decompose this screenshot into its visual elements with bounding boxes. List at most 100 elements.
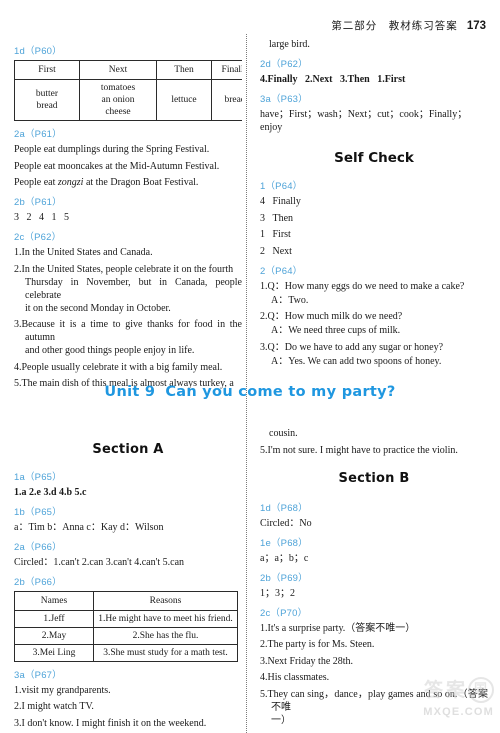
table-cell-first-items: butter bread bbox=[14, 79, 80, 121]
table-cell-reason-2: 2.She has the flu. bbox=[93, 626, 238, 645]
table-cell-then-items: lettuce bbox=[156, 79, 212, 121]
sc1-num-3: 1 bbox=[260, 229, 265, 240]
table-row: 3.Mei Ling 3.She must study for a math t… bbox=[14, 643, 238, 662]
exercise-label-1d-p68: 1d（P68） bbox=[260, 502, 308, 514]
answer-1e-p68: a；a；b；c bbox=[260, 552, 309, 564]
answer-2d-sequence: 4.Finally 2.Next 3.Then 1.First bbox=[260, 73, 488, 86]
sc1-word-2: Then bbox=[272, 212, 294, 224]
sc1-word-4: Next bbox=[272, 245, 292, 257]
self-check-2-a2: A：We need three cups of milk. bbox=[271, 325, 401, 336]
self-check-1-row-2: 3 Then bbox=[260, 212, 488, 225]
answer-2a-s3-post: at the Dragon Boat Festival. bbox=[83, 177, 199, 188]
answer-3a-item-1: 1.visit my grandparents. bbox=[14, 684, 111, 696]
exercise-label-3a-p67: 3a（P67） bbox=[14, 669, 62, 681]
sc1-word-3: First bbox=[272, 229, 291, 240]
exercise-label-2d-p62: 2d（P62） bbox=[260, 59, 308, 70]
self-check-2-q1: 1.Q：How many eggs do we need to make a c… bbox=[260, 280, 465, 292]
answer-2a-section-a: Circled：1.can't 2.can 3.can't 4.can't 5.… bbox=[14, 556, 185, 568]
exercise-label-1-p64: 1（P64） bbox=[260, 181, 303, 192]
answer-2a-s3-italic: zongzi bbox=[57, 177, 84, 188]
continued-answer-cousin: cousin. bbox=[269, 428, 298, 439]
sc1-num-2: 3 bbox=[260, 212, 265, 224]
exercise-label-1d-p60: 1d（P60） bbox=[14, 46, 62, 57]
sc1-num-4: 2 bbox=[260, 245, 265, 257]
sc1-num-1: 4 bbox=[260, 196, 265, 207]
table-header-names: Names bbox=[14, 590, 94, 611]
table-row: First Next Then Finally bbox=[14, 60, 242, 80]
sc1-word-1: Finally bbox=[272, 196, 301, 207]
answer-2c-item-2-cont-2: it on the second Monday in October. bbox=[25, 302, 171, 314]
answer-2d-part-2: 2.Next bbox=[305, 74, 333, 85]
answer-2b-sequence: 3 2 4 1 5 bbox=[14, 212, 72, 223]
table-cell-next-items: tomatoes an onion cheese bbox=[79, 79, 157, 121]
unit-title: Unit 9 Can you come to my party? bbox=[0, 384, 500, 400]
two-column-body: 1d（P60） First Next Then Finally butter b… bbox=[0, 34, 500, 733]
answer-2b-p69: 1；3；2 bbox=[260, 587, 295, 599]
table-cell-name-2: 2.May bbox=[14, 626, 94, 645]
cell-line: butter bbox=[35, 89, 59, 99]
table-cell-name-3: 3.Mei Ling bbox=[14, 643, 94, 662]
answer-2a-sentence-2: People eat mooncakes at the Mid-Autumn F… bbox=[14, 160, 220, 172]
self-check-1-row-3: 1 First bbox=[260, 228, 488, 241]
answer-2c-item-2: 2.In the United States, people celebrate… bbox=[14, 263, 234, 275]
answer-2d-part-4: 1.First bbox=[377, 74, 406, 85]
self-check-1-row-4: 2 Next bbox=[260, 245, 488, 258]
table-1d-sandwich-order: First Next Then Finally butter bread tom… bbox=[14, 60, 242, 121]
continued-answer-large-bird: large bird. bbox=[269, 39, 310, 50]
cell-line: an onion bbox=[101, 95, 135, 105]
textbook-answer-page: 第二部分 教材练习答案 173 1d（P60） First Next Then … bbox=[0, 0, 500, 733]
table-cell-reason-1: 1.He might have to meet his friend. bbox=[93, 609, 238, 628]
self-check-2-q2: 2.Q：How much milk do we need? bbox=[260, 311, 403, 322]
answer-2a-sentence-3: People eat zongzi at the Dragon Boat Fes… bbox=[14, 176, 242, 189]
answer-2c-p70-item-3: 3.Next Friday the 28th. bbox=[260, 655, 354, 667]
exercise-label-2c-p70: 2c（P70） bbox=[260, 607, 308, 619]
page-running-header: 第二部分 教材练习答案 173 bbox=[331, 18, 486, 33]
answer-2c-p70-item-4: 4.His classmates. bbox=[260, 672, 330, 683]
section-b-heading: Section B bbox=[338, 470, 410, 486]
cell-line: cheese bbox=[105, 107, 131, 117]
answer-2c-p70-item-5: 5.They can sing，dance，play games and so … bbox=[260, 688, 488, 713]
self-check-1-row-1: 4 Finally bbox=[260, 195, 488, 208]
table-cell-finally-items: bread bbox=[211, 79, 242, 121]
answer-2c-item-3-cont: and other good things people enjoy in li… bbox=[25, 345, 195, 356]
self-check-2-a3: A：Yes. We can add two spoons of honey. bbox=[271, 355, 442, 367]
answer-2c-item-2-cont-1: Thursday in November, but in Canada, peo… bbox=[25, 276, 242, 301]
exercise-label-2-p64: 2（P64） bbox=[260, 265, 303, 277]
exercise-label-1b-p65: 1b（P65） bbox=[14, 506, 62, 518]
answer-2a-s3-pre: People eat bbox=[14, 177, 58, 188]
answer-3a-item-2: 2.I might watch TV. bbox=[14, 701, 94, 712]
answer-2a-sentence-1: People eat dumplings during the Spring F… bbox=[14, 144, 210, 155]
table-row: Names Reasons bbox=[14, 590, 238, 611]
table-2b-names-reasons: Names Reasons 1.Jeff 1.He might have to … bbox=[14, 590, 238, 662]
self-check-heading: Self Check bbox=[334, 150, 414, 166]
unit-title-band: Unit 9 Can you come to my party? bbox=[0, 370, 500, 414]
cell-line: tomatoes bbox=[100, 83, 136, 93]
table-row: 1.Jeff 1.He might have to meet his frien… bbox=[14, 609, 238, 628]
table-header-then: Then bbox=[156, 60, 212, 80]
table-header-finally: Finally bbox=[211, 60, 242, 80]
exercise-label-2b-p61: 2b（P61） bbox=[14, 197, 62, 208]
table-row: 2.May 2.She has the flu. bbox=[14, 626, 238, 645]
table-cell-reason-3: 3.She must study for a math test. bbox=[93, 643, 238, 662]
section-a-heading: Section A bbox=[92, 441, 164, 457]
self-check-2-a1: A：Two. bbox=[271, 294, 309, 306]
answer-2d-part-3: 3.Then bbox=[340, 74, 370, 85]
answer-1a: 1.a 2.e 3.d 4.b 5.c bbox=[14, 486, 87, 498]
answer-1d-p68: Circled：No bbox=[260, 517, 312, 529]
unit-number: Unit 9 bbox=[104, 384, 156, 400]
cell-line: bread bbox=[36, 101, 58, 111]
answer-3a-item-5: 5.I'm not sure. I might have to practice… bbox=[260, 444, 458, 456]
answer-2c-item-1: 1.In the United States and Canada. bbox=[14, 247, 153, 258]
exercise-label-2c-p62: 2c（P62） bbox=[14, 232, 62, 243]
self-check-2-q3: 3.Q：Do we have to add any sugar or honey… bbox=[260, 341, 444, 353]
table-cell-name-1: 1.Jeff bbox=[14, 609, 94, 628]
answer-2c-p70-item-2: 2.The party is for Ms. Steen. bbox=[260, 639, 375, 650]
exercise-label-1e-p68: 1e（P68） bbox=[260, 537, 308, 549]
unit-title-text: Can you come to my party? bbox=[165, 384, 396, 400]
answer-2c-p70-item-1: 1.It's a surprise party.（答案不唯一） bbox=[260, 622, 416, 634]
exercise-label-2b-p66: 2b（P66） bbox=[14, 576, 62, 588]
table-header-first: First bbox=[14, 60, 80, 80]
answer-3a-p63: have；First；wash；Next；cut；cook；Finally；en… bbox=[260, 109, 468, 133]
header-part-title: 第二部分 教材练习答案 bbox=[331, 20, 458, 32]
exercise-label-2b-p69: 2b（P69） bbox=[260, 572, 308, 584]
